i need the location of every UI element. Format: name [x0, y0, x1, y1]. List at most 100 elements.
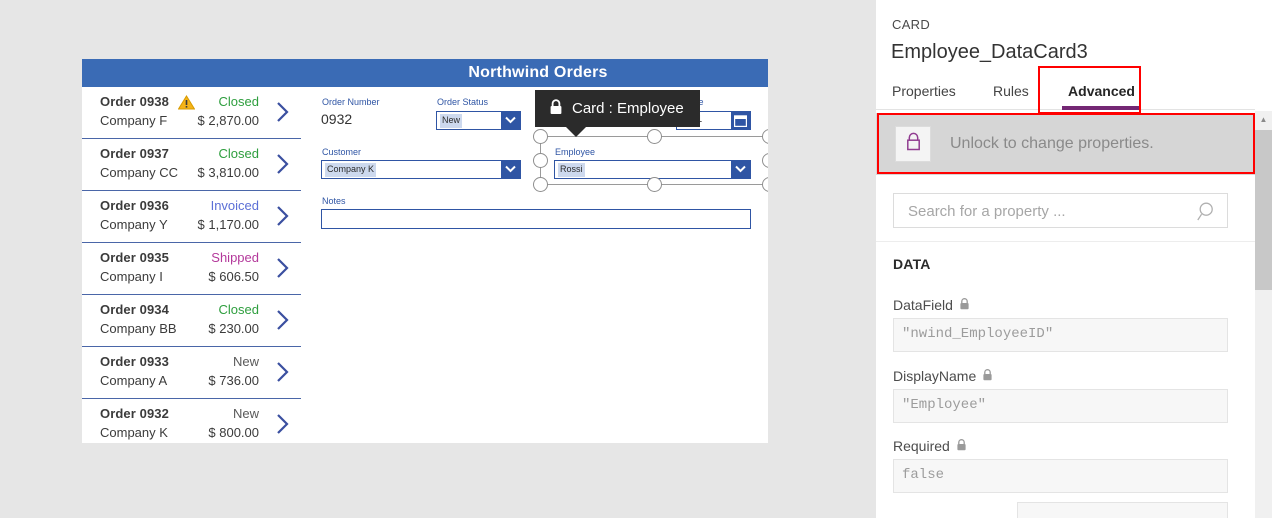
- order-number: Order 0936: [100, 198, 169, 213]
- order-number: Order 0932: [100, 406, 169, 421]
- calendar-icon[interactable]: [731, 112, 750, 129]
- order-number-value: 0932: [321, 111, 353, 127]
- order-status: Shipped: [211, 250, 259, 265]
- resize-handle-bottom-center[interactable]: [647, 177, 662, 192]
- property-label-text: Required: [893, 438, 950, 454]
- chevron-down-icon[interactable]: [731, 161, 750, 178]
- list-item[interactable]: Order 0936 Invoiced Company Y $ 1,170.00: [82, 191, 301, 243]
- tab-advanced-label: Advanced: [1068, 83, 1135, 99]
- order-number-label: Order Number: [322, 97, 380, 107]
- lock-icon: [956, 438, 967, 454]
- order-number: Order 0937: [100, 146, 169, 161]
- notes-value: [325, 212, 329, 213]
- resize-handle-bottom-left[interactable]: [533, 177, 548, 192]
- scroll-up-arrow-icon[interactable]: ▲: [1255, 111, 1272, 128]
- order-company: Company K: [100, 425, 168, 440]
- tab-rules-label: Rules: [993, 83, 1029, 99]
- property-required: Required false: [893, 438, 1228, 493]
- order-company: Company CC: [100, 165, 179, 180]
- property-label: DisplayName: [893, 368, 1228, 384]
- gallery-header-bar: [82, 59, 308, 87]
- tooltip-label: Card : Employee: [572, 100, 684, 117]
- order-status-dropdown[interactable]: New: [436, 111, 521, 130]
- property-displayname: DisplayName "Employee": [893, 368, 1228, 423]
- list-item[interactable]: Order 0937 Closed Company CC $ 3,810.00: [82, 139, 301, 191]
- order-number: Order 0935: [100, 250, 169, 265]
- tab-active-underline: [1062, 106, 1141, 110]
- search-icon[interactable]: [1197, 201, 1217, 227]
- notes-input[interactable]: [321, 209, 751, 229]
- list-item[interactable]: Order 0932 New Company K $ 800.00: [82, 399, 301, 443]
- lock-icon: [905, 132, 922, 156]
- unlock-banner[interactable]: Unlock to change properties.: [876, 113, 1255, 175]
- list-item[interactable]: Order 0934 Closed Company BB $ 230.00: [82, 295, 301, 347]
- panel-scrollbar[interactable]: ▲: [1255, 111, 1272, 518]
- chevron-right-icon[interactable]: [273, 359, 293, 385]
- property-label-text: DisplayName: [893, 368, 977, 384]
- tab-properties[interactable]: Properties: [892, 78, 956, 110]
- property-value-input[interactable]: false: [893, 459, 1228, 493]
- search-input[interactable]: Search for a property ...: [893, 193, 1228, 228]
- tooltip-arrow: [565, 126, 587, 137]
- order-amount: $ 3,810.00: [197, 165, 259, 180]
- chevron-right-icon[interactable]: [273, 255, 293, 281]
- property-label: DataField: [893, 297, 1228, 313]
- chevron-right-icon[interactable]: [273, 411, 293, 437]
- tab-properties-label: Properties: [892, 83, 956, 99]
- property-value-input[interactable]: "nwind_EmployeeID": [893, 318, 1228, 352]
- order-status: Invoiced: [210, 198, 259, 213]
- warning-triangle-icon: [177, 95, 196, 110]
- order-status-label: Order Status: [437, 97, 489, 107]
- section-divider: [876, 241, 1255, 242]
- property-label: Required: [893, 438, 1228, 454]
- chevron-right-icon[interactable]: [273, 203, 293, 229]
- order-status-value: New: [440, 114, 463, 128]
- orders-gallery[interactable]: Order 0938 Closed Company F $ 2,870.00 O…: [82, 59, 391, 443]
- order-company: Company I: [100, 269, 163, 284]
- customer-dropdown[interactable]: Company K: [321, 160, 521, 179]
- chevron-right-icon[interactable]: [273, 151, 293, 177]
- page-title: Employee_DataCard3: [891, 41, 1088, 63]
- order-status: New: [232, 354, 259, 369]
- orders-list[interactable]: Order 0938 Closed Company F $ 2,870.00 O…: [82, 87, 301, 443]
- resize-handle-middle-left[interactable]: [533, 153, 548, 168]
- list-item[interactable]: Order 0935 Shipped Company I $ 606.50: [82, 243, 301, 295]
- card-tooltip: Card : Employee: [535, 90, 700, 127]
- chevron-right-icon[interactable]: [273, 307, 293, 333]
- panel-tabbar: Properties Rules Advanced: [876, 78, 1255, 110]
- scrollbar-thumb[interactable]: [1255, 130, 1272, 290]
- properties-panel: CARD Employee_DataCard3 Properties Rules…: [876, 0, 1272, 518]
- order-number: Order 0934: [100, 302, 169, 317]
- order-status: New: [232, 406, 259, 421]
- chevron-right-icon[interactable]: [273, 99, 293, 125]
- notes-label: Notes: [322, 196, 346, 206]
- order-amount: $ 606.50: [208, 269, 259, 284]
- order-company: Company F: [100, 113, 168, 128]
- lock-icon: [549, 98, 563, 119]
- resize-handle-top-center[interactable]: [647, 129, 662, 144]
- panel-control-kind: CARD: [892, 17, 931, 32]
- screen-root: Order 0938 Closed Company F $ 2,870.00 O…: [0, 0, 1272, 518]
- list-item[interactable]: Order 0938 Closed Company F $ 2,870.00: [82, 87, 301, 139]
- unlock-button[interactable]: [895, 126, 931, 162]
- customer-value: Company K: [325, 163, 377, 177]
- order-status: Closed: [218, 302, 259, 317]
- property-label-text: DataField: [893, 297, 953, 313]
- tab-advanced[interactable]: Advanced: [1062, 78, 1141, 110]
- resize-handle-top-left[interactable]: [533, 129, 548, 144]
- order-company: Company A: [100, 373, 168, 388]
- next-property-input-partial[interactable]: [1017, 502, 1228, 518]
- lock-icon: [982, 368, 993, 384]
- order-number: Order 0938: [100, 94, 169, 109]
- order-amount: $ 1,170.00: [197, 217, 259, 232]
- order-amount: $ 230.00: [208, 321, 259, 336]
- employee-value: Rossi: [558, 163, 585, 177]
- chevron-down-icon[interactable]: [501, 161, 520, 178]
- list-item[interactable]: Order 0933 New Company A $ 736.00: [82, 347, 301, 399]
- property-datafield: DataField "nwind_EmployeeID": [893, 297, 1228, 352]
- chevron-down-icon[interactable]: [501, 112, 520, 129]
- tab-rules[interactable]: Rules: [993, 78, 1029, 110]
- employee-label: Employee: [555, 147, 596, 157]
- customer-label: Customer: [322, 147, 362, 157]
- property-value-input[interactable]: "Employee": [893, 389, 1228, 423]
